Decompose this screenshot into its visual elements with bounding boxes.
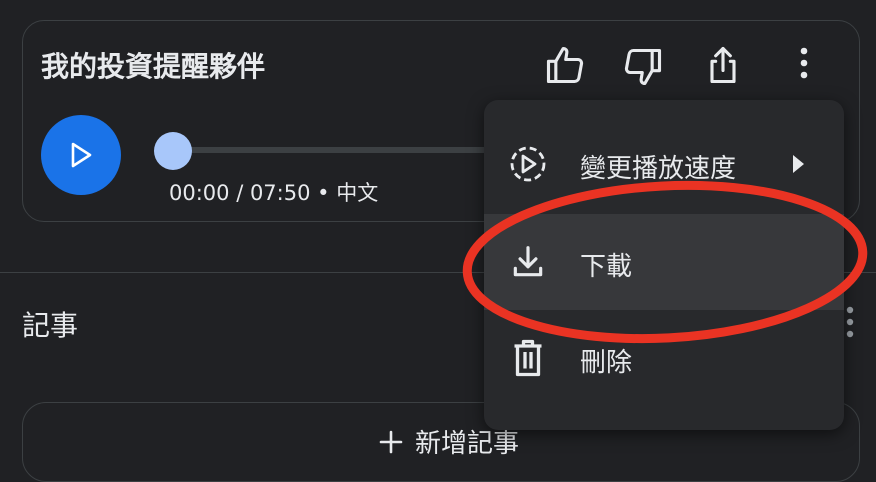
playback-time: 00:00 / 07:50 • 中文 xyxy=(169,181,379,205)
progress-slider-handle[interactable] xyxy=(154,132,192,170)
menu-item-label: 刪除 xyxy=(580,348,633,378)
share-icon xyxy=(710,46,736,84)
overflow-menu: 變更播放速度 下載 刪除 xyxy=(484,100,844,430)
menu-item-delete[interactable]: 刪除 xyxy=(484,310,844,406)
play-icon xyxy=(71,142,92,168)
menu-item-label: 變更播放速度 xyxy=(580,154,737,184)
audio-title: 我的投資提醒夥伴 xyxy=(41,50,266,83)
playback-speed-icon xyxy=(510,146,546,182)
menu-item-playback-speed[interactable]: 變更播放速度 xyxy=(484,116,844,212)
menu-item-label: 下載 xyxy=(580,252,633,282)
menu-item-download[interactable]: 下載 xyxy=(484,214,844,310)
progress-track[interactable] xyxy=(173,147,513,153)
notes-heading: 記事 xyxy=(22,309,79,342)
more-vert-icon xyxy=(800,47,808,79)
trash-icon xyxy=(514,339,542,377)
share-button[interactable] xyxy=(699,41,747,89)
thumbs-up-button[interactable] xyxy=(541,41,589,89)
thumbs-down-icon xyxy=(624,48,662,86)
thumbs-up-icon xyxy=(546,46,584,84)
thumbs-down-button[interactable] xyxy=(619,43,667,91)
download-icon xyxy=(513,246,543,277)
more-options-button[interactable] xyxy=(789,41,819,85)
submenu-arrow-icon xyxy=(793,155,804,173)
play-button[interactable] xyxy=(41,115,121,195)
plus-icon xyxy=(379,430,403,453)
